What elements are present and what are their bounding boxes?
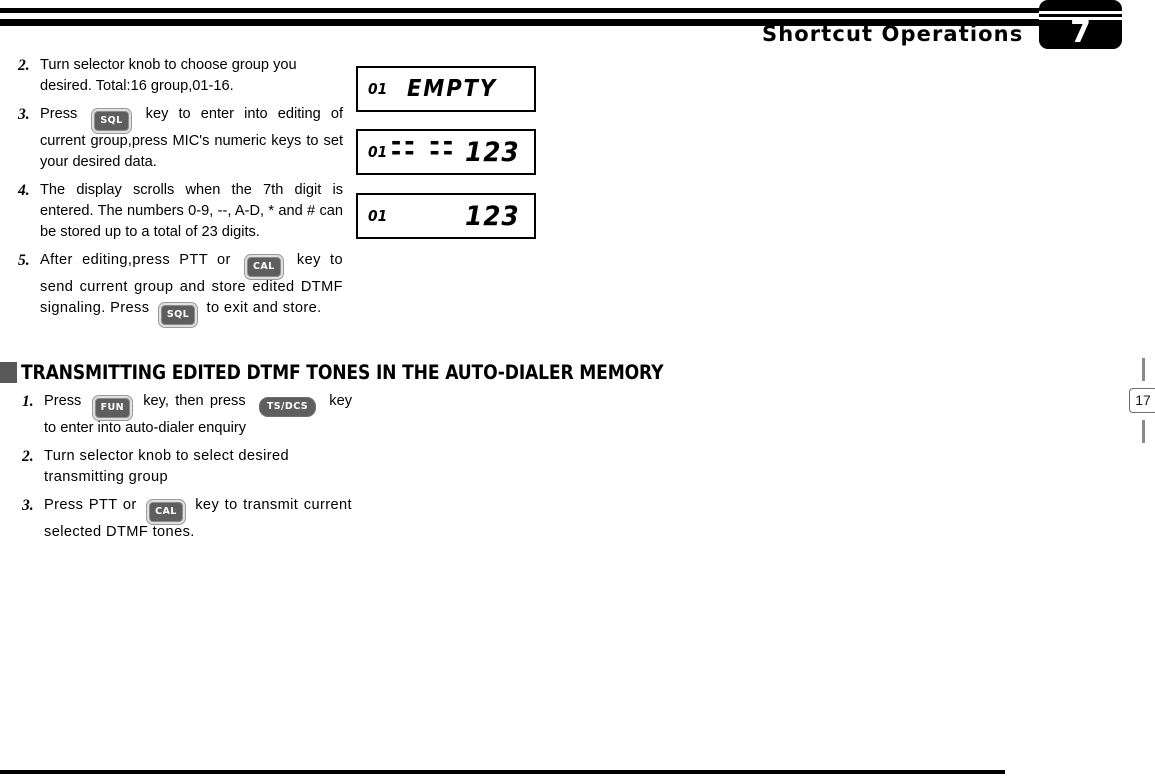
step-number: 3. [22, 497, 34, 514]
step-text: Press SQL key to enter into editing of c… [40, 104, 343, 173]
lcd-row: 01 123 [358, 195, 534, 237]
page-title: Shortcut Operations [762, 22, 1024, 46]
page-number: 17 [1128, 388, 1155, 413]
key-cal[interactable]: CAL [149, 502, 183, 522]
chapter-tab-stripe-upper [1039, 11, 1122, 14]
step-text-fragment: Press [44, 393, 88, 409]
list-item: 2. Turn selector knob to select desired … [22, 446, 352, 488]
footer-rule [0, 770, 1005, 774]
key-ts-dcs[interactable]: TS/DCS [258, 397, 316, 417]
list-item: 5. After editing,press PTT or CAL key to… [18, 250, 343, 325]
page-tick-lower [1141, 420, 1145, 443]
step-line: transmitting group [44, 469, 169, 485]
key-cal[interactable]: CAL [247, 257, 281, 277]
step-text-fragment: Press PTT or [44, 497, 143, 513]
lcd-group-number: 01 [368, 143, 388, 161]
step-line: desired. Total:16 group,01-16. [40, 78, 234, 94]
lcd-display-dashes: 01 -- -- -- -- 123 [356, 129, 536, 175]
chapter-tab: 7 [1039, 0, 1122, 49]
list-item: 3. Press PTT or CAL key to transmit curr… [22, 495, 352, 543]
lcd-row: 01 EMPTY [358, 68, 534, 110]
square-bullet-icon [0, 362, 17, 383]
steps-list-transmitting: 1. Press FUN key, then press TS/DCS key … [22, 391, 352, 550]
key-sql[interactable]: SQL [94, 111, 129, 131]
step-number: 3. [18, 106, 30, 123]
step-text-fragment: key, then press [136, 393, 252, 409]
key-fun[interactable]: FUN [94, 398, 130, 418]
list-item: 2. Turn selector knob to choose group yo… [18, 55, 343, 97]
list-item: 3. Press SQL key to enter into editing o… [18, 104, 343, 173]
step-number: 5. [18, 252, 30, 269]
section-heading: TRANSMITTING EDITED DTMF TONES IN THE AU… [0, 361, 751, 384]
chapter-number: 7 [1070, 15, 1091, 49]
step-text-fragment: to exit and store. [202, 300, 322, 316]
step-text: Press PTT or CAL key to transmit current… [44, 495, 352, 543]
step-number: 2. [18, 57, 30, 74]
step-text: After editing,press PTT or CAL key to se… [40, 250, 343, 325]
step-text: Turn selector knob to select desired tra… [44, 446, 352, 488]
header-rule-upper [0, 8, 1046, 13]
key-sql[interactable]: SQL [160, 305, 196, 325]
page-tick-upper [1141, 358, 1145, 381]
step-line: Turn selector knob to choose group you [40, 57, 297, 73]
lcd-group-number: 01 [368, 207, 388, 225]
lcd-group-number: 01 [368, 80, 388, 98]
lcd-main-text: 123 [464, 136, 520, 168]
step-text: The display scrolls when the 7th digit i… [40, 182, 343, 240]
step-text-fragment: After editing,press PTT or [40, 252, 241, 268]
step-line: Turn selector knob to select desired [44, 448, 290, 464]
section-title: TRANSMITTING EDITED DTMF TONES IN THE AU… [21, 361, 664, 384]
lcd-display-digits: 01 123 [356, 193, 536, 239]
step-text: Turn selector knob to choose group you d… [40, 55, 343, 97]
page-number-marker: 17 [1128, 358, 1155, 443]
step-number: 2. [22, 448, 34, 465]
list-item: 4. The display scrolls when the 7th digi… [18, 180, 343, 243]
lcd-row: 01 -- -- -- -- 123 [358, 127, 534, 173]
step-number: 1. [22, 393, 34, 410]
step-text-fragment: Press [40, 106, 88, 122]
lcd-dash-placeholders: -- -- -- -- [390, 127, 457, 166]
lcd-display-empty: 01 EMPTY [356, 66, 536, 112]
lcd-main-text: EMPTY [406, 76, 497, 102]
list-item: 1. Press FUN key, then press TS/DCS key … [22, 391, 352, 439]
step-number: 4. [18, 182, 30, 199]
lcd-main-text: 123 [464, 200, 520, 232]
steps-list-editing: 2. Turn selector knob to choose group yo… [18, 55, 343, 332]
step-text: Press FUN key, then press TS/DCS key to … [44, 391, 352, 439]
